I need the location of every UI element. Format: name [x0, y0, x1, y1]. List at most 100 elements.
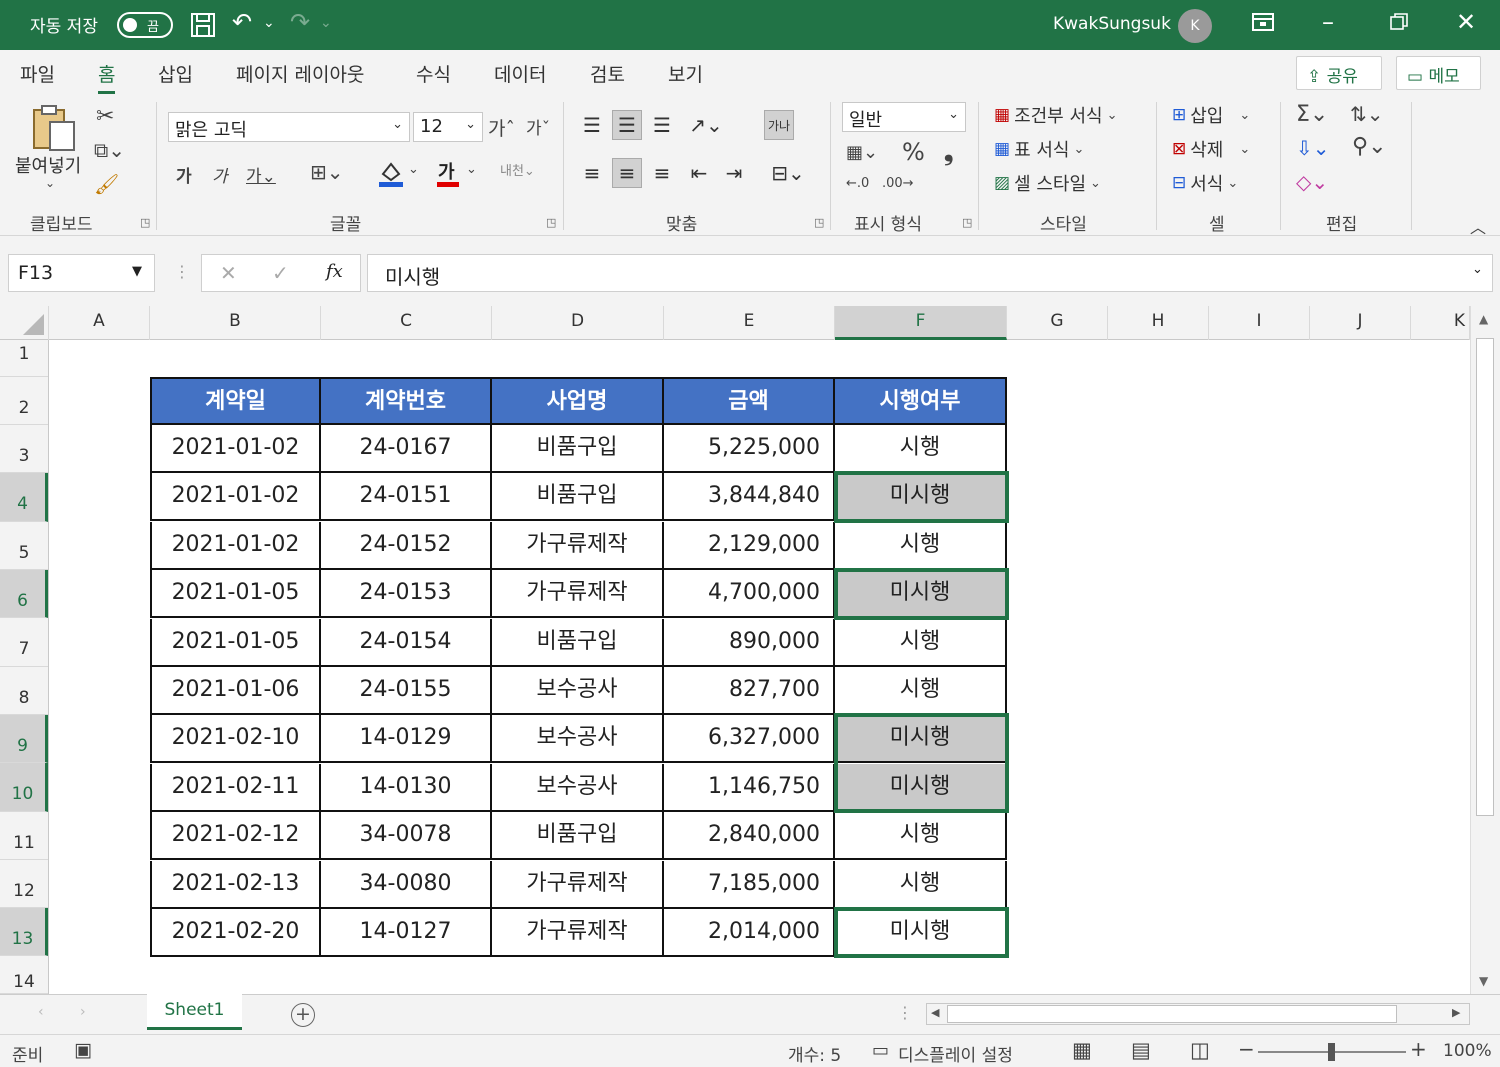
align-top-icon[interactable]: ☰	[577, 110, 607, 140]
column-header-k[interactable]: K	[1411, 306, 1470, 340]
increase-decimal-icon[interactable]: ←.0	[846, 176, 869, 191]
font-color-dropdown-icon[interactable]: ⌄	[466, 162, 477, 177]
row-header-9[interactable]: 9	[0, 715, 48, 763]
clear-icon[interactable]: ◇⌄	[1296, 170, 1328, 194]
sheet-tab-sheet1[interactable]: Sheet1	[147, 994, 242, 1030]
increase-indent-icon[interactable]: ⇥	[719, 158, 749, 188]
next-sheet-icon[interactable]: ›	[80, 1004, 86, 1020]
cell-status[interactable]: 시행	[835, 618, 1007, 667]
cell-project-name[interactable]: 가구류제작	[492, 909, 664, 957]
tab-page-layout[interactable]: 페이지 레이아웃	[236, 60, 364, 87]
delete-cells-button[interactable]: ⊠ 삭제 ⌄	[1172, 136, 1250, 162]
cell-contract-no[interactable]: 24-0151	[321, 473, 492, 522]
cell-status[interactable]: 미시행	[835, 715, 1007, 764]
align-left-icon[interactable]: ≡	[577, 158, 607, 188]
display-settings-button[interactable]: 디스플레이 설정	[898, 1041, 1013, 1066]
font-size-combo[interactable]: 12 ⌄	[413, 112, 483, 142]
cell-contract-date[interactable]: 2021-02-11	[150, 763, 321, 812]
share-button[interactable]: ⇪ 공유	[1296, 56, 1382, 90]
cell-project-name[interactable]: 비품구입	[492, 425, 664, 473]
cell-project-name[interactable]: 비품구입	[492, 812, 664, 861]
header-contract-date[interactable]: 계약일	[150, 377, 321, 425]
font-name-combo[interactable]: 맑은 고딕 ⌄	[168, 112, 410, 142]
align-right-icon[interactable]: ≡	[647, 158, 677, 188]
italic-icon[interactable]: 가	[212, 162, 228, 187]
column-header-j[interactable]: J	[1310, 306, 1411, 340]
scroll-up-icon[interactable]: ▲	[1479, 312, 1488, 326]
horizontal-scroll-thumb[interactable]	[947, 1005, 1397, 1023]
tab-view[interactable]: 보기	[668, 60, 703, 87]
redo-dropdown-icon[interactable]: ⌄	[320, 16, 332, 30]
normal-view-icon[interactable]: ▦	[1072, 1038, 1092, 1062]
cell-project-name[interactable]: 비품구입	[492, 473, 664, 522]
shrink-font-icon[interactable]: 가ˇ	[526, 114, 550, 139]
alignment-launcher-icon[interactable]: ◳	[814, 216, 824, 229]
orientation-icon[interactable]: ↗⌄	[684, 110, 728, 140]
conditional-format-button[interactable]: ▦ 조건부 서식 ⌄	[994, 102, 1118, 128]
restore-icon[interactable]	[1390, 13, 1408, 34]
row-header-8[interactable]: 8	[0, 667, 48, 715]
cell-contract-no[interactable]: 14-0130	[321, 763, 492, 812]
name-box[interactable]: F13 ▼	[8, 254, 155, 292]
undo-dropdown-icon[interactable]: ⌄	[263, 16, 275, 30]
collapse-ribbon-icon[interactable]: ︿	[1470, 214, 1486, 238]
cell-contract-date[interactable]: 2021-01-02	[150, 473, 321, 522]
row-header-11[interactable]: 11	[0, 812, 48, 860]
undo-icon[interactable]: ↶	[232, 10, 252, 34]
cell-contract-date[interactable]: 2021-02-12	[150, 812, 321, 861]
wrap-text-icon[interactable]: 가나	[764, 110, 794, 140]
minimize-icon[interactable]: –	[1322, 10, 1334, 34]
row-header-5[interactable]: 5	[0, 522, 48, 570]
cell-contract-date[interactable]: 2021-01-02	[150, 425, 321, 473]
header-contract-no[interactable]: 계약번호	[321, 377, 492, 425]
cell-amount[interactable]: 3,844,840	[664, 473, 835, 522]
merge-center-icon[interactable]: ⊟⌄	[764, 158, 812, 188]
row-header-7[interactable]: 7	[0, 618, 48, 667]
column-header-g[interactable]: G	[1007, 306, 1108, 340]
cell-contract-no[interactable]: 34-0078	[321, 812, 492, 861]
accounting-format-icon[interactable]: ▦⌄	[846, 142, 878, 163]
fill-color-dropdown-icon[interactable]: ⌄	[408, 162, 419, 177]
align-center-icon[interactable]: ≡	[612, 158, 642, 188]
save-icon[interactable]	[190, 12, 216, 42]
cell-status[interactable]: 시행	[835, 812, 1007, 861]
cell-status[interactable]: 미시행	[835, 763, 1007, 812]
decrease-indent-icon[interactable]: ⇤	[684, 158, 714, 188]
cell-contract-date[interactable]: 2021-01-05	[150, 618, 321, 667]
worksheet-grid[interactable]: 계약일 계약번호 사업명 금액 시행여부 2021-01-02 24-0167 비품구입 5,2…	[49, 340, 1470, 994]
cell-status[interactable]: 미시행	[835, 909, 1007, 957]
header-project-name[interactable]: 사업명	[492, 377, 664, 425]
cancel-icon[interactable]: ✕	[220, 261, 237, 285]
row-header-6[interactable]: 6	[0, 570, 48, 618]
paste-label[interactable]: 붙여넣기	[15, 152, 81, 178]
paste-icon[interactable]	[32, 104, 76, 152]
phonetic-icon[interactable]: 내천⌄	[500, 160, 535, 179]
fill-icon[interactable]: ⇩⌄	[1296, 136, 1330, 160]
tab-review[interactable]: 검토	[590, 60, 625, 87]
insert-cells-button[interactable]: ⊞ 삽입 ⌄	[1172, 102, 1250, 128]
row-header-13[interactable]: 13	[0, 908, 48, 956]
clipboard-launcher-icon[interactable]: ◳	[140, 216, 150, 229]
underline-icon[interactable]: 가⌄	[246, 162, 276, 187]
accessibility-icon[interactable]: ▣	[74, 1039, 92, 1061]
bold-icon[interactable]: 가	[176, 162, 192, 187]
row-header-4[interactable]: 4	[0, 473, 48, 522]
column-header-f[interactable]: F	[835, 306, 1007, 340]
column-header-c[interactable]: C	[321, 306, 492, 340]
cell-contract-date[interactable]: 2021-02-13	[150, 860, 321, 909]
ribbon-display-icon[interactable]	[1252, 13, 1274, 34]
font-color-icon[interactable]: 가	[436, 160, 460, 188]
page-layout-view-icon[interactable]: ▤	[1131, 1038, 1151, 1062]
scroll-down-icon[interactable]: ▼	[1479, 974, 1488, 988]
column-header-d[interactable]: D	[492, 306, 664, 340]
comma-style-icon[interactable]: ❟	[944, 138, 953, 166]
format-painter-icon[interactable]: 🖌	[94, 172, 119, 196]
percent-icon[interactable]: %	[902, 138, 925, 166]
row-header-2[interactable]: 2	[0, 377, 48, 425]
column-header-h[interactable]: H	[1108, 306, 1209, 340]
cell-amount[interactable]: 2,014,000	[664, 909, 835, 957]
row-header-10[interactable]: 10	[0, 763, 48, 812]
column-header-i[interactable]: I	[1209, 306, 1310, 340]
cell-contract-no[interactable]: 24-0152	[321, 521, 492, 570]
cell-project-name[interactable]: 가구류제작	[492, 521, 664, 570]
